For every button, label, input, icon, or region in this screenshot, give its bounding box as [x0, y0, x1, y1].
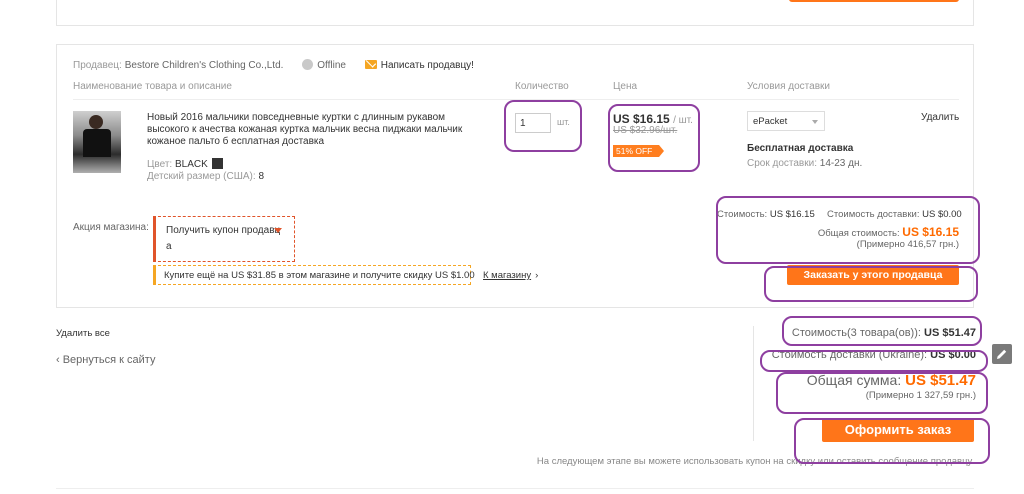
size-label: Детский размер (США): [147, 171, 256, 182]
seller-order-card: Продавец: Bestore Children's Clothing Co.… [56, 44, 974, 308]
product-title[interactable]: Новый 2016 мальчики повседневные куртки … [147, 112, 487, 148]
seller-status: Offline [317, 60, 346, 71]
price-value: US $16.15 [613, 112, 670, 126]
seller-info: Продавец: Bestore Children's Clothing Co.… [73, 59, 474, 71]
color-swatch-icon [211, 158, 223, 169]
delete-all-link[interactable]: Удалить все [56, 328, 110, 339]
column-header-product: Наименование товара и описание [73, 81, 232, 92]
cart-cost-label: Стоимость(3 товара(ов)): [791, 327, 921, 339]
color-value: BLACK [174, 159, 208, 170]
order-from-seller-button[interactable]: Заказать у этого продавца [787, 265, 959, 285]
grand-total-label: Общая сумма: [806, 372, 902, 388]
store-promo-text: Купите ещё на US $31.85 в этом магазине … [153, 265, 475, 285]
shipping-method-select[interactable]: ePacket [747, 111, 825, 131]
delivery-time: Срок доставки: 14-23 дн. [747, 158, 862, 169]
seller-total-label: Общая стоимость: [817, 228, 900, 239]
header-divider [73, 99, 959, 100]
pencil-icon [997, 349, 1007, 359]
column-header-price: Цена [613, 81, 638, 92]
seller-total-approx: (Примерно 416,57 грн.) [856, 239, 959, 250]
seller-total-value: US $16.15 [902, 225, 959, 239]
seller-total: Общая стоимость: US $16.15 [818, 225, 959, 239]
store-promo-label: Акция магазина: [73, 222, 149, 233]
chevron-right-icon: › [535, 270, 539, 281]
seller-cost-label: Стоимость: [717, 209, 768, 220]
seller-shipping-cost: Стоимость доставки: US $0.00 [827, 209, 962, 220]
seller-shipping-value: US $0.00 [922, 209, 962, 220]
discount-badge: 51% OFF [613, 145, 664, 157]
cart-cost: Стоимость(3 товара(ов)): US $51.47 [792, 327, 976, 339]
previous-order-button[interactable] [789, 0, 959, 2]
previous-order-card [56, 0, 974, 26]
go-to-store-label: К магазину [483, 270, 532, 281]
quantity-unit: шт. [557, 117, 570, 127]
coupon-line-1: Получить купон продавц [166, 225, 281, 236]
seller-name[interactable]: Bestore Children's Clothing Co.,Ltd. [125, 60, 284, 71]
unit-price: US $16.15 / шт. [613, 112, 693, 126]
checkout-button[interactable]: Оформить заказ [822, 418, 974, 442]
mail-icon [364, 60, 377, 69]
next-step-note: На следующем этапе вы можете использоват… [536, 456, 974, 467]
original-price: US $32.96/шт. [613, 125, 678, 136]
product-color: Цвет: BLACK [147, 158, 223, 170]
coupon-line-2: а [166, 241, 172, 252]
delete-item-link[interactable]: Удалить [921, 112, 959, 123]
size-value: 8 [258, 171, 265, 182]
free-shipping-label: Бесплатная доставка [747, 143, 854, 154]
product-size: Детский размер (США): 8 [147, 171, 264, 182]
product-thumbnail[interactable] [73, 111, 121, 173]
edit-button[interactable] [992, 344, 1012, 364]
seller-cost-value: US $16.15 [769, 209, 815, 220]
caret-down-icon [812, 120, 818, 124]
cart-shipping-value: US $0.00 [930, 349, 976, 361]
cart-cost-value: US $51.47 [924, 327, 976, 339]
status-dot-icon [302, 59, 314, 70]
shipping-method-value: ePacket [753, 116, 788, 127]
grand-total-approx: (Примерно 1 327,59 грн.) [865, 390, 976, 401]
go-to-store-link[interactable]: К магазину › [483, 270, 538, 281]
cart-shipping-label: Стоимость доставки (Ukraine): [771, 349, 928, 361]
delivery-value: 14-23 дн. [819, 158, 863, 169]
color-label: Цвет: [147, 159, 173, 170]
column-header-shipping: Условия доставки [747, 81, 830, 92]
summary-divider [753, 326, 754, 441]
column-header-quantity: Количество [515, 81, 569, 92]
caret-down-icon [274, 228, 282, 233]
delivery-label: Срок доставки: [747, 158, 817, 169]
back-to-site-link[interactable]: ‹ Вернуться к сайту [56, 354, 155, 366]
seller-shipping-label: Стоимость доставки: [827, 209, 920, 220]
seller-coupon-select[interactable]: Получить купон продавц а [153, 216, 295, 262]
grand-total: Общая сумма: US $51.47 [807, 372, 976, 389]
bottom-divider [56, 488, 974, 489]
seller-cost: Стоимость: US $16.15 [717, 209, 815, 220]
seller-label: Продавец: [73, 60, 122, 71]
cart-shipping-cost: Стоимость доставки (Ukraine): US $0.00 [772, 349, 976, 361]
grand-total-value: US $51.47 [905, 372, 976, 389]
quantity-input[interactable] [515, 113, 551, 133]
message-seller-link[interactable]: Написать продавцу! [381, 60, 474, 71]
